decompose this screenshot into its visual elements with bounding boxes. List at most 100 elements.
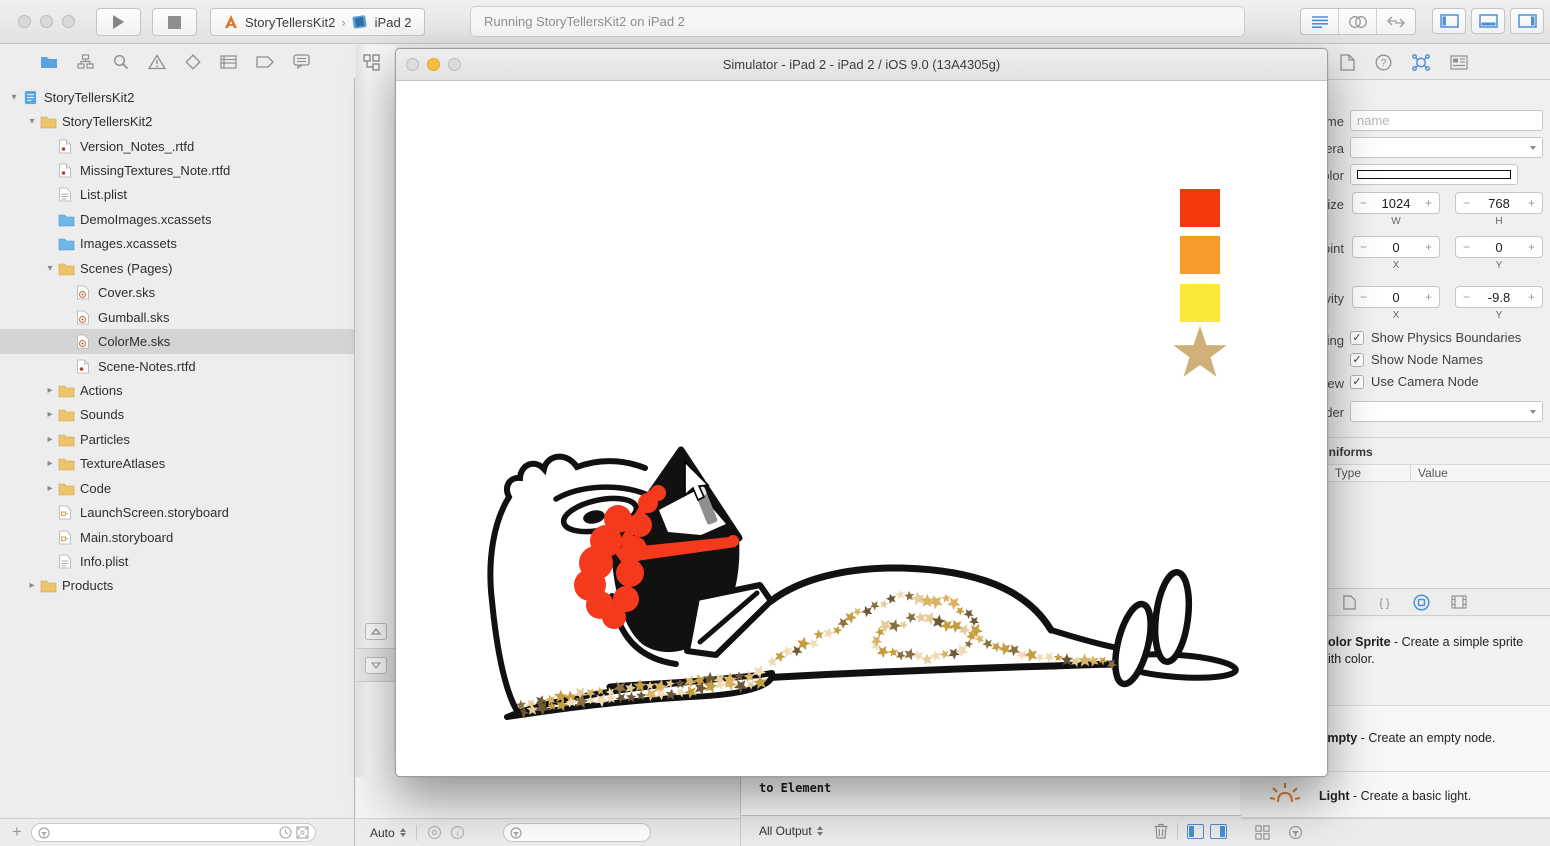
file-inspector-icon[interactable]	[1340, 54, 1355, 71]
navigator-filter-field[interactable]	[31, 823, 316, 842]
simulator-window[interactable]: Simulator - iPad 2 - iPad 2 / iOS 9.0 (1…	[395, 48, 1328, 777]
code-snippets-icon[interactable]: { }	[1377, 595, 1392, 610]
tree-row-demoimages-xcassets[interactable]: DemoImages.xcassets	[0, 207, 354, 231]
palette-swatch-star[interactable]	[1170, 323, 1230, 381]
show-variables-view-button[interactable]	[1187, 824, 1204, 839]
coloring-drawing[interactable]	[478, 419, 1258, 749]
scheme-selector[interactable]: StoryTellersKit2 › iPad 2	[210, 8, 425, 36]
disclosure-triangle[interactable]: ▸	[26, 580, 38, 591]
variables-filter-field[interactable]	[503, 823, 651, 842]
gravity-x-stepper[interactable]: −0+	[1352, 286, 1440, 308]
tree-row-sounds[interactable]: ▸Sounds	[0, 403, 354, 427]
console-output[interactable]: to Element All Output	[740, 777, 1240, 846]
sim-zoom-button[interactable]	[448, 58, 461, 71]
toggle-inspector-button[interactable]	[1510, 8, 1544, 34]
tree-row-list-plist[interactable]: List.plist	[0, 183, 354, 207]
version-editor-button[interactable]	[1377, 9, 1415, 34]
run-button[interactable]	[96, 8, 141, 36]
tree-row-scene-notes-rtfd[interactable]: Scene-Notes.rtfd	[0, 354, 354, 378]
window-zoom-button[interactable]	[62, 15, 75, 28]
tree-row-version-notes-rtfd[interactable]: Version_Notes_.rtfd	[0, 134, 354, 158]
window-minimize-button[interactable]	[40, 15, 53, 28]
window-close-button[interactable]	[18, 15, 31, 28]
anchor-x-stepper[interactable]: −0+	[1352, 236, 1440, 258]
tree-row-code[interactable]: ▸Code	[0, 476, 354, 500]
variables-scope-selector[interactable]: Auto	[370, 826, 406, 840]
tree-row-launchscreen-storyboard[interactable]: LaunchScreen.storyboard	[0, 500, 354, 524]
find-navigator-icon[interactable]	[113, 54, 129, 70]
breakpoint-navigator-icon[interactable]	[256, 56, 274, 68]
show-console-button[interactable]	[1210, 824, 1227, 839]
name-field[interactable]: name	[1350, 110, 1543, 131]
tree-row-storytellerskit2[interactable]: ▾StoryTellersKit2	[0, 85, 354, 109]
media-library-icon[interactable]	[1451, 595, 1467, 609]
show-node-names-checkbox[interactable]: ✓Show Node Names	[1350, 352, 1483, 367]
palette-swatch-red[interactable]	[1180, 189, 1220, 227]
disclosure-triangle[interactable]: ▾	[26, 116, 38, 127]
tree-row-cover-sks[interactable]: Cover.sks	[0, 281, 354, 305]
quickhelp-list-icon[interactable]	[1450, 55, 1468, 70]
toggle-navigator-button[interactable]	[1432, 8, 1466, 34]
size-height-stepper[interactable]: −768+	[1455, 192, 1543, 214]
simulator-title-bar[interactable]: Simulator - iPad 2 - iPad 2 / iOS 9.0 (1…	[396, 49, 1327, 81]
camera-dropdown[interactable]	[1350, 137, 1543, 158]
disclosure-triangle[interactable]: ▸	[44, 409, 56, 420]
report-navigator-icon[interactable]	[293, 54, 310, 69]
issue-navigator-icon[interactable]	[148, 54, 166, 70]
disclosure-triangle[interactable]: ▸	[44, 385, 56, 396]
show-physics-boundaries-checkbox[interactable]: ✓Show Physics Boundaries	[1350, 330, 1521, 345]
help-inspector-icon[interactable]: ?	[1375, 54, 1392, 71]
attributes-inspector-icon[interactable]	[1412, 54, 1430, 71]
scm-status-icon[interactable]	[296, 826, 309, 839]
tree-row-images-xcassets[interactable]: Images.xcassets	[0, 232, 354, 256]
tree-row-textureatlases[interactable]: ▸TextureAtlases	[0, 452, 354, 476]
color-well[interactable]	[1350, 164, 1518, 185]
project-navigator-icon[interactable]	[40, 55, 58, 69]
sim-close-button[interactable]	[406, 58, 419, 71]
related-items-icon[interactable]	[363, 54, 380, 71]
disclosure-triangle[interactable]: ▸	[44, 483, 56, 494]
tree-row-gumball-sks[interactable]: Gumball.sks	[0, 305, 354, 329]
library-item-light[interactable]: Light - Create a basic light.	[1240, 772, 1550, 818]
library-filter-icon[interactable]	[1288, 825, 1303, 840]
grid-view-icon[interactable]	[1255, 825, 1270, 840]
disclosure-triangle[interactable]: ▸	[44, 434, 56, 445]
palette-swatch-yellow[interactable]	[1180, 284, 1220, 322]
anchor-y-stepper[interactable]: −0+	[1455, 236, 1543, 258]
tree-row-colorme-sks[interactable]: ColorMe.sks	[0, 329, 354, 353]
tree-row-products[interactable]: ▸Products	[0, 574, 354, 598]
object-library-icon[interactable]	[1413, 594, 1430, 611]
size-width-stepper[interactable]: −1024+	[1352, 192, 1440, 214]
watch-icon[interactable]	[427, 825, 442, 840]
tree-row-main-storyboard[interactable]: Main.storyboard	[0, 525, 354, 549]
tree-row-actions[interactable]: ▸Actions	[0, 378, 354, 402]
expand-up-button[interactable]	[365, 623, 387, 640]
standard-editor-button[interactable]	[1301, 9, 1339, 34]
palette-swatch-orange[interactable]	[1180, 236, 1220, 274]
file-templates-icon[interactable]	[1343, 595, 1356, 610]
gravity-y-stepper[interactable]: −-9.8+	[1455, 286, 1543, 308]
disclosure-triangle[interactable]: ▾	[44, 263, 56, 274]
test-navigator-icon[interactable]	[185, 54, 201, 70]
assistant-editor-button[interactable]	[1339, 9, 1377, 34]
console-filter-selector[interactable]: All Output	[759, 824, 823, 838]
trash-icon[interactable]	[1154, 823, 1168, 839]
info-icon[interactable]: i	[450, 825, 465, 840]
toggle-debug-area-button[interactable]	[1471, 8, 1505, 34]
recents-clock-icon[interactable]	[279, 826, 292, 839]
tree-row-info-plist[interactable]: Info.plist	[0, 549, 354, 573]
tree-row-missingtextures-note-rtfd[interactable]: MissingTextures_Note.rtfd	[0, 158, 354, 182]
tree-row-storytellerskit2[interactable]: ▾StoryTellersKit2	[0, 109, 354, 133]
symbol-navigator-icon[interactable]	[77, 54, 94, 69]
use-camera-node-checkbox[interactable]: ✓Use Camera Node	[1350, 374, 1479, 389]
shader-dropdown[interactable]	[1350, 401, 1543, 422]
debug-navigator-icon[interactable]	[220, 55, 237, 69]
add-button[interactable]: +	[12, 822, 22, 842]
tree-row-particles[interactable]: ▸Particles	[0, 427, 354, 451]
disclosure-triangle[interactable]: ▾	[8, 92, 20, 103]
sim-minimize-button[interactable]	[427, 58, 440, 71]
simulator-screen[interactable]	[396, 81, 1327, 777]
tree-row-scenes-pages-[interactable]: ▾Scenes (Pages)	[0, 256, 354, 280]
stop-button[interactable]	[152, 8, 197, 36]
expand-down-button[interactable]	[365, 657, 387, 674]
